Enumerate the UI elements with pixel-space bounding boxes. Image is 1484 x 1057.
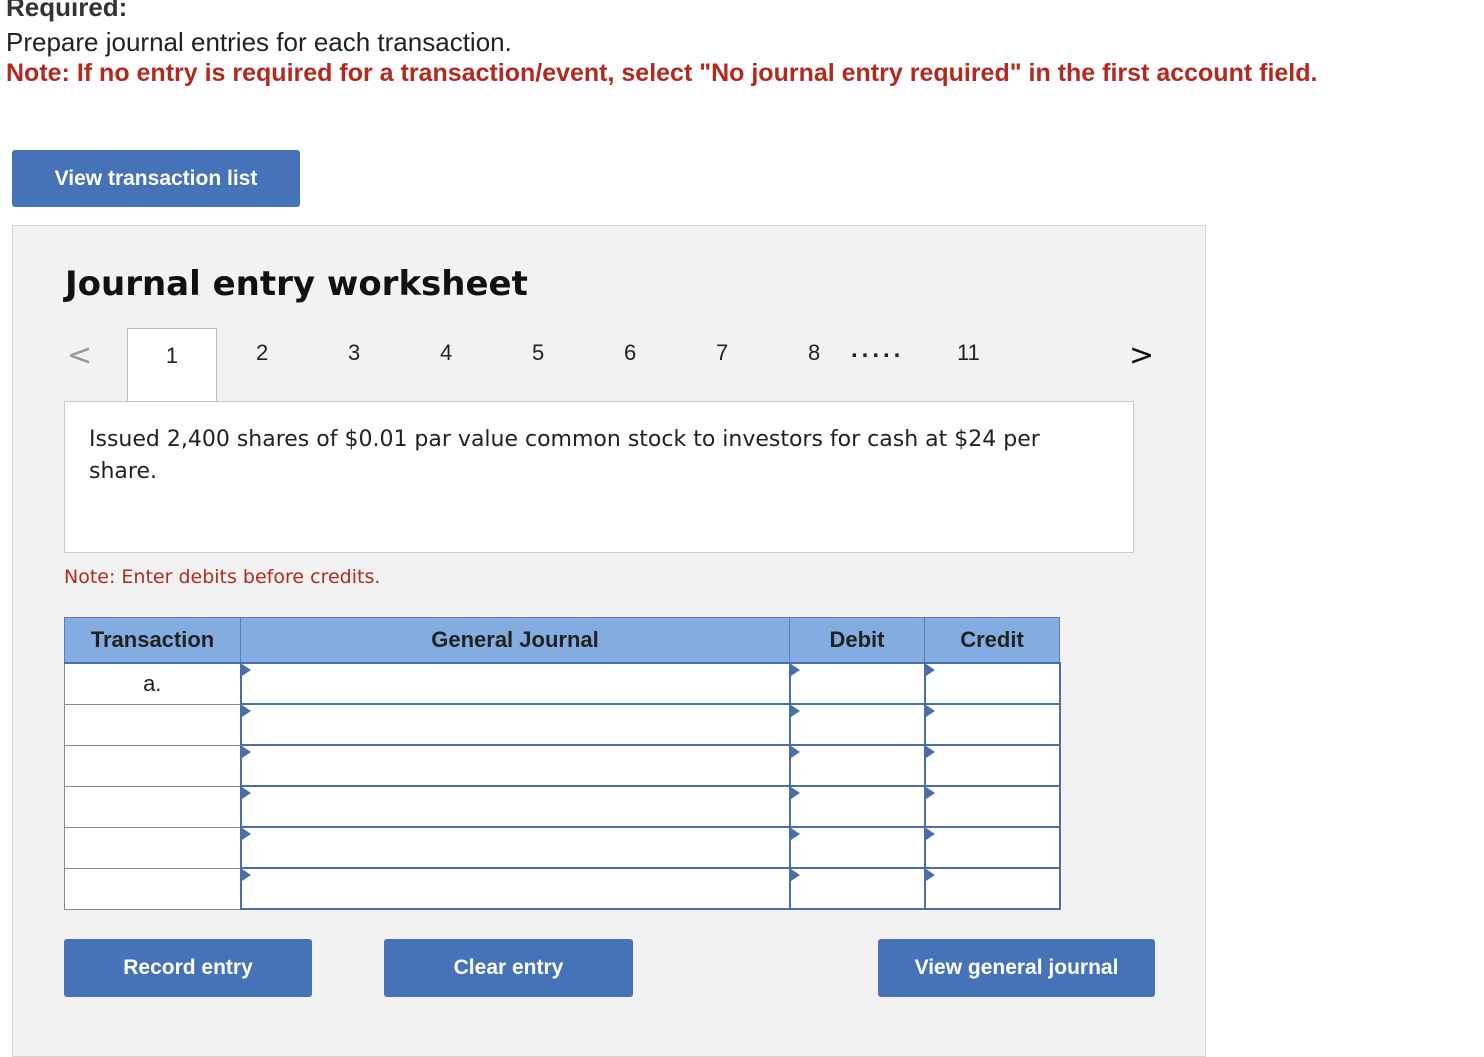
header-credit: Credit (924, 617, 1060, 664)
credit-input-cell (923, 662, 1061, 705)
credit-input[interactable] (925, 869, 1059, 908)
credit-input[interactable] (925, 746, 1059, 785)
credit-input[interactable] (925, 705, 1059, 744)
credit-input-cell (923, 826, 1061, 869)
instructions-text: Prepare journal entries for each transac… (6, 27, 512, 57)
transaction-description: Issued 2,400 shares of $0.01 par value c… (89, 427, 1040, 484)
debit-input[interactable] (790, 746, 924, 785)
dropdown-marker-icon (790, 828, 800, 840)
header-debit: Debit (789, 617, 925, 664)
debit-input-cell (788, 703, 926, 746)
table-row (64, 703, 1061, 746)
debit-input-cell (788, 744, 926, 787)
account-input-cell (239, 826, 791, 869)
transaction-cell: a. (64, 662, 241, 705)
table-row (64, 867, 1061, 910)
dropdown-marker-icon (790, 869, 800, 881)
credit-input-cell (923, 703, 1061, 746)
tab-label: 1 (165, 343, 179, 368)
account-input-cell (239, 785, 791, 828)
tab-4[interactable]: 4 (440, 340, 452, 366)
dropdown-marker-icon (790, 705, 800, 717)
transaction-cell (64, 703, 241, 746)
table-row (64, 785, 1061, 828)
credit-input-cell (923, 867, 1061, 910)
debit-input[interactable] (790, 828, 924, 867)
view-transaction-list-button[interactable]: View transaction list (12, 150, 300, 207)
chevron-left-icon[interactable]: < (67, 338, 92, 373)
debit-input-cell (788, 785, 926, 828)
credit-input-cell (923, 744, 1061, 787)
credit-input-cell (923, 785, 1061, 828)
tab-2[interactable]: 2 (256, 340, 268, 366)
journal-table: Transaction General Journal Debit Credit… (64, 617, 1061, 910)
table-row (64, 826, 1061, 869)
dropdown-marker-icon (925, 828, 935, 840)
header-general-journal: General Journal (240, 617, 790, 664)
dropdown-marker-icon (925, 787, 935, 799)
account-input[interactable] (241, 664, 789, 703)
clear-entry-button[interactable]: Clear entry (384, 939, 633, 997)
account-input-cell (239, 703, 791, 746)
account-input-cell (239, 867, 791, 910)
tab-1[interactable]: 1 (127, 328, 217, 404)
record-entry-button[interactable]: Record entry (64, 939, 312, 997)
transaction-pager: < 1 2 3 4 5 6 7 8 ..... 11 > (13, 326, 1205, 406)
account-input[interactable] (241, 869, 789, 908)
dropdown-marker-icon (925, 746, 935, 758)
account-input[interactable] (241, 828, 789, 867)
account-input-cell (239, 744, 791, 787)
view-general-journal-button[interactable]: View general journal (878, 939, 1155, 997)
dropdown-marker-icon (790, 664, 800, 676)
transaction-cell (64, 826, 241, 869)
dropdown-marker-icon (241, 787, 251, 799)
table-row (64, 744, 1061, 787)
journal-entry-worksheet: Journal entry worksheet < 1 2 3 4 5 6 7 … (12, 225, 1206, 1057)
account-input-cell (239, 662, 791, 705)
dropdown-marker-icon (241, 828, 251, 840)
dropdown-marker-icon (925, 869, 935, 881)
dropdown-marker-icon (790, 787, 800, 799)
debit-input[interactable] (790, 705, 924, 744)
worksheet-title: Journal entry worksheet (65, 264, 528, 304)
debit-input-cell (788, 826, 926, 869)
dropdown-marker-icon (925, 664, 935, 676)
tab-7[interactable]: 7 (716, 340, 728, 366)
debit-input[interactable] (790, 869, 924, 908)
table-row: a. (64, 662, 1061, 705)
account-input[interactable] (241, 705, 789, 744)
dropdown-marker-icon (241, 746, 251, 758)
chevron-right-icon[interactable]: > (1129, 338, 1154, 373)
debit-input-cell (788, 662, 926, 705)
tab-8[interactable]: 8 (808, 340, 820, 366)
dropdown-marker-icon (925, 705, 935, 717)
debit-input-cell (788, 867, 926, 910)
debit-input[interactable] (790, 664, 924, 703)
account-input[interactable] (241, 746, 789, 785)
credit-input[interactable] (925, 828, 1059, 867)
dropdown-marker-icon (241, 664, 251, 676)
transaction-description-box: Issued 2,400 shares of $0.01 par value c… (64, 401, 1134, 553)
tab-6[interactable]: 6 (624, 340, 636, 366)
required-title: Required: (6, 0, 128, 22)
header-transaction: Transaction (64, 617, 241, 664)
transaction-cell (64, 785, 241, 828)
dropdown-marker-icon (241, 705, 251, 717)
note-text: Note: If no entry is required for a tran… (6, 59, 1318, 87)
tab-5[interactable]: 5 (532, 340, 544, 366)
dropdown-marker-icon (241, 869, 251, 881)
credit-input[interactable] (925, 787, 1059, 826)
debit-input[interactable] (790, 787, 924, 826)
pager-ellipsis: ..... (851, 336, 905, 363)
credit-input[interactable] (925, 664, 1059, 703)
transaction-cell (64, 867, 241, 910)
tab-11[interactable]: 11 (957, 340, 980, 366)
tab-3[interactable]: 3 (348, 340, 360, 366)
dropdown-marker-icon (790, 746, 800, 758)
table-header-row: Transaction General Journal Debit Credit (64, 617, 1060, 664)
transaction-cell (64, 744, 241, 787)
account-input[interactable] (241, 787, 789, 826)
debits-before-credits-note: Note: Enter debits before credits. (64, 566, 381, 588)
